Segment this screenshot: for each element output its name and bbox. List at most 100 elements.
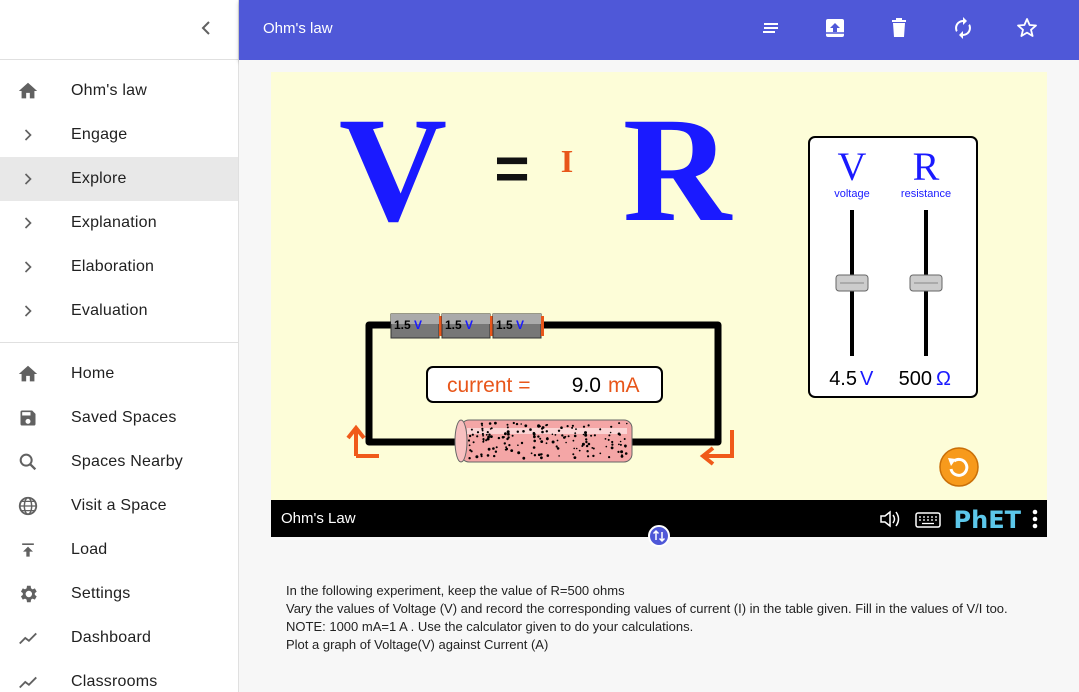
electron-dot (541, 427, 544, 430)
electron-dot (540, 453, 543, 456)
sidebar-item-elaboration[interactable]: Elaboration (0, 245, 238, 289)
sidebar-item-explore[interactable]: Explore (0, 157, 238, 201)
electron-dot (546, 437, 549, 441)
sidebar-item-evaluation[interactable]: Evaluation (0, 289, 238, 333)
voltage-symbol: V (838, 144, 867, 189)
electron-dot (608, 456, 611, 459)
electron-dot (608, 434, 611, 437)
sidebar-item-label: Elaboration (71, 258, 155, 275)
instruction-line: Plot a graph of Voltage(V) against Curre… (286, 637, 549, 652)
electron-dot (574, 432, 577, 434)
electron-dot (541, 430, 544, 434)
phet-logo[interactable]: PhET (954, 506, 1021, 534)
simulation-canvas: V = I R 1.5 V 1.5 V 1.5 V current = 9.0 … (339, 87, 979, 487)
electron-dot (587, 442, 591, 446)
electron-dot (533, 454, 537, 457)
electron-dot (582, 425, 586, 428)
battery-voltage: 1.5 (496, 318, 513, 332)
sidebar-item-label: Settings (71, 585, 131, 602)
electron-dot (575, 447, 578, 450)
sidebar-item-home[interactable]: Home (0, 352, 238, 396)
voltage-slider-thumb[interactable] (835, 274, 869, 292)
electron-dot (556, 439, 559, 442)
electron-dot (610, 425, 613, 428)
resistance-slider-thumb[interactable] (909, 274, 943, 292)
favorite-button[interactable] (1015, 16, 1039, 40)
electron-dot (572, 453, 575, 456)
sidebar-item-dashboard[interactable]: Dashboard (0, 616, 238, 660)
electron-dot (546, 454, 550, 457)
sidebar-item-ohms-law[interactable]: Ohm's law (0, 69, 238, 113)
sidebar-item-visit-a-space[interactable]: Visit a Space (0, 484, 238, 528)
electron-dot (624, 452, 628, 455)
electron-dot (609, 431, 612, 434)
search-icon (19, 453, 37, 471)
electron-dot (481, 424, 483, 427)
delete-button[interactable] (887, 16, 911, 40)
electron-dot (476, 431, 480, 434)
sidebar-item-spaces-nearby[interactable]: Spaces Nearby (0, 440, 238, 484)
electron-dot (493, 454, 496, 458)
speaker-icon (880, 510, 891, 528)
sidebar-item-engage[interactable]: Engage (0, 113, 238, 157)
sidebar-item-saved-spaces[interactable]: Saved Spaces (0, 396, 238, 440)
electron-dot (508, 444, 511, 447)
electron-dot (587, 455, 590, 458)
sidebar-item-explanation[interactable]: Explanation (0, 201, 238, 245)
sound-toggle[interactable] (879, 509, 905, 529)
current-unit: mA (608, 374, 640, 397)
notes-button[interactable] (759, 16, 783, 40)
electron-dot (537, 424, 541, 428)
electron-dot (487, 435, 490, 439)
sidebar-item-load[interactable]: Load (0, 528, 238, 572)
chevron-right-icon (24, 261, 32, 273)
swap-view-button[interactable] (648, 525, 670, 547)
electron-dot (604, 438, 607, 440)
electron-dot (621, 454, 623, 457)
voltage-value: 4.5 (829, 368, 857, 390)
current-label: current = (447, 374, 530, 397)
sidebar-item-label: Visit a Space (71, 497, 167, 514)
phet-menu-button[interactable] (1032, 508, 1038, 530)
sidebar-item-label: Dashboard (71, 629, 152, 646)
home-icon (18, 365, 38, 382)
electron-dot (507, 436, 510, 439)
battery-3: 1.5 V (492, 313, 544, 339)
electron-dot (551, 433, 554, 436)
reset-all-button[interactable] (939, 447, 979, 487)
electron-dot (507, 432, 510, 436)
collapse-sidebar-button[interactable] (194, 16, 218, 40)
electron-dot (545, 442, 548, 445)
archive-button[interactable] (823, 16, 847, 40)
electron-dot (593, 434, 596, 437)
instructions: In the following experiment, keep the va… (286, 582, 1008, 654)
sync-button[interactable] (951, 16, 975, 40)
electron-dot (506, 430, 510, 434)
electron-dot (468, 434, 472, 438)
electron-dot (506, 426, 509, 429)
electron-dot (584, 431, 587, 435)
save-icon (20, 410, 36, 426)
resistance-unit: Ω (936, 368, 951, 390)
electron-dot (624, 445, 627, 448)
electron-dot (468, 457, 471, 460)
electron-dot (504, 432, 507, 435)
sidebar-item-classrooms[interactable]: Classrooms (0, 660, 238, 692)
chevron-right-icon (24, 305, 32, 317)
electron-dot (467, 439, 471, 442)
sidebar-item-settings[interactable]: Settings (0, 572, 238, 616)
sidebar-item-label: Saved Spaces (71, 409, 177, 426)
battery-voltage: 1.5 (445, 318, 462, 332)
electron-dot (510, 449, 514, 452)
electron-dot (488, 422, 492, 425)
electron-dot (480, 455, 483, 458)
electron-dot (470, 450, 473, 453)
voltage-unit: V (860, 368, 874, 390)
electron-dot (599, 428, 602, 431)
electron-dot (522, 430, 525, 433)
gear-icon (20, 585, 37, 603)
electron-dot (585, 440, 588, 444)
keyboard-help-button[interactable] (915, 510, 941, 528)
electron-dot (486, 454, 490, 457)
electron-dot (517, 444, 519, 447)
